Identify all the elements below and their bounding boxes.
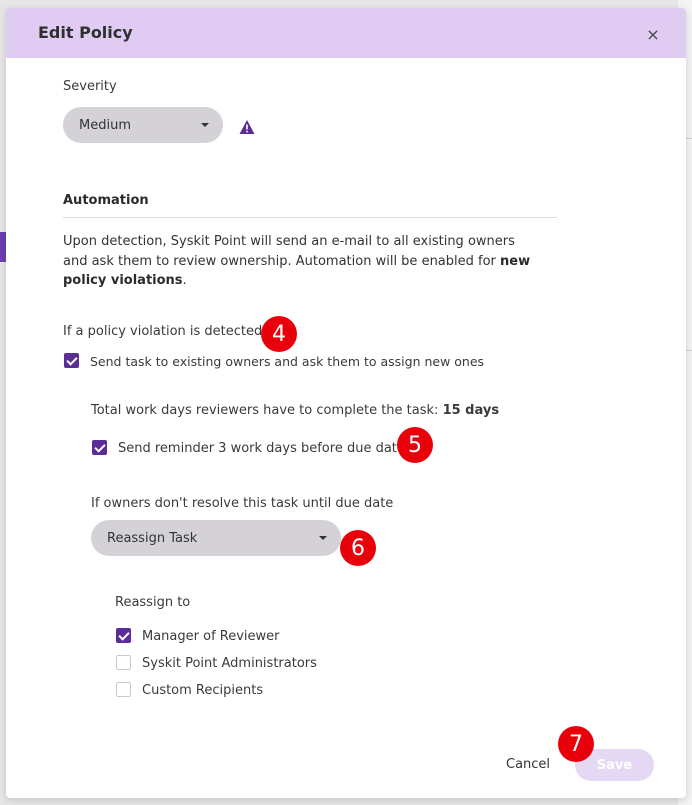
unresolved-action-dropdown[interactable]: Reassign Task (91, 520, 341, 556)
reassign-option-label: Syskit Point Administrators (142, 656, 317, 671)
automation-heading: Automation (63, 193, 149, 208)
automation-divider (63, 217, 557, 218)
annotation-marker-5: 5 (397, 427, 433, 463)
work-days-label: Total work days reviewers have to comple… (91, 403, 500, 418)
unresolved-action-value: Reassign Task (107, 530, 198, 546)
reassign-option-label: Custom Recipients (142, 683, 264, 698)
reminder-checkbox[interactable] (92, 440, 107, 455)
annotation-marker-7: 7 (558, 726, 594, 762)
reassign-to-label: Reassign to (115, 595, 191, 610)
dialog-title: Edit Policy (38, 23, 133, 42)
close-icon: × (646, 24, 660, 44)
violation-detected-label: If a policy violation is detected (63, 324, 263, 339)
chevron-down-icon (201, 123, 209, 127)
reminder-label: Send reminder 3 work days before due dat… (118, 441, 405, 456)
edit-policy-dialog: Edit Policy × Severity Medium Automation… (6, 8, 686, 798)
work-days-value: 15 days (442, 403, 500, 418)
custom-recipients-checkbox[interactable] (116, 682, 131, 697)
severity-dropdown[interactable]: Medium (63, 107, 223, 143)
send-task-checkbox[interactable] (64, 353, 79, 368)
unresolved-label: If owners don't resolve this task until … (91, 496, 394, 511)
severity-value: Medium (79, 117, 131, 133)
warning-triangle-icon (239, 120, 255, 134)
severity-label: Severity (63, 79, 117, 94)
send-task-label: Send task to existing owners and ask the… (90, 354, 485, 369)
annotation-marker-6: 6 (340, 530, 376, 566)
close-button[interactable]: × (642, 23, 664, 45)
automation-description: Upon detection, Syskit Point will send a… (63, 234, 531, 288)
reassign-option-label: Manager of Reviewer (142, 629, 280, 644)
cancel-button[interactable]: Cancel (506, 757, 550, 772)
annotation-marker-4: 4 (261, 316, 297, 352)
chevron-down-icon (319, 536, 327, 540)
manager-of-reviewer-checkbox[interactable] (116, 628, 131, 643)
syskit-point-administrators-checkbox[interactable] (116, 655, 131, 670)
dialog-header: Edit Policy × (6, 8, 686, 58)
